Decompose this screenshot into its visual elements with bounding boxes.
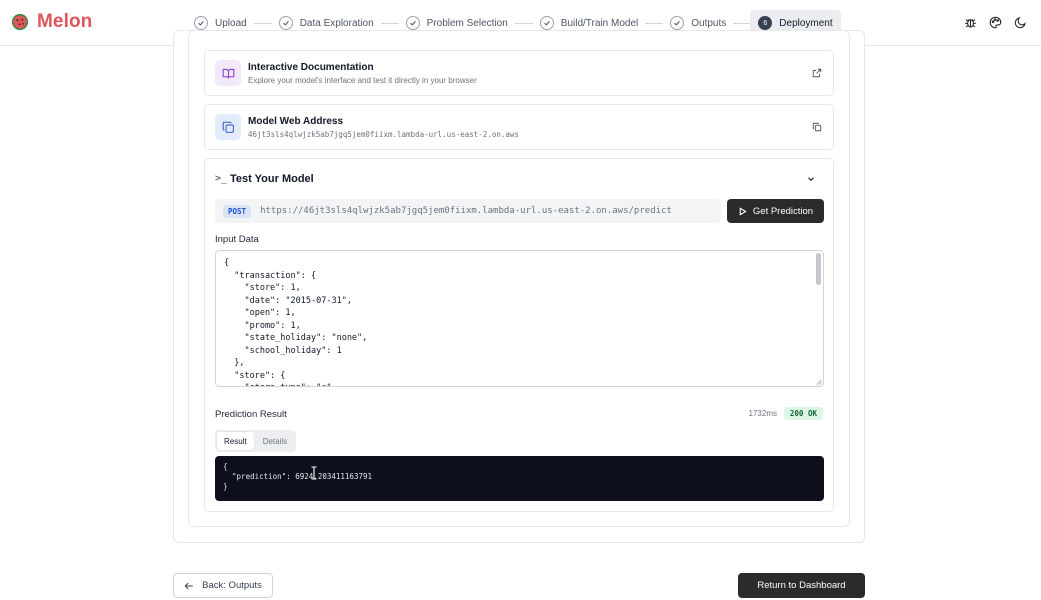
copy-icon[interactable] [811, 121, 823, 133]
step-connector [645, 22, 664, 24]
result-tabs: Result Details [215, 430, 297, 452]
step-connector [380, 22, 399, 24]
step-label: Data Exploration [299, 17, 374, 29]
endpoint-field[interactable]: POST https://46jt3sls4qlwjzk5ab7jgq5jem0… [215, 199, 721, 223]
copy-stack-icon [215, 114, 241, 140]
resize-handle-icon[interactable] [815, 378, 822, 385]
step-label: Build/Train Model [560, 17, 639, 29]
step-label: Outputs [691, 17, 727, 29]
check-circle-icon [278, 16, 293, 30]
check-circle-icon [405, 16, 420, 30]
endpoint-url: https://46jt3sls4qlwjzk5ab7jgq5jem0fiixm… [260, 206, 672, 216]
response-time: 1732ms [748, 409, 777, 418]
play-icon [739, 206, 747, 216]
terminal-icon: >_ [215, 173, 228, 184]
book-icon [215, 60, 241, 86]
interactive-documentation-card[interactable]: Interactive Documentation Explore your m… [204, 50, 834, 96]
test-model-card: >_ Test Your Model POST https://46jt3sls… [204, 158, 834, 512]
address-title: Model Web Address [248, 116, 344, 127]
chevron-down-icon[interactable] [805, 173, 817, 185]
result-output: { "prediction": 6924.203411163791 } [215, 456, 824, 501]
palette-icon[interactable] [988, 15, 1002, 29]
step-connector [514, 22, 533, 24]
method-badge: POST [223, 204, 252, 218]
input-data-editor[interactable]: { "transaction": { "store": 1, "date": "… [215, 250, 824, 387]
step-connector [253, 22, 272, 24]
brand-name: Melon [37, 11, 93, 32]
check-circle-icon [194, 16, 208, 30]
tab-details[interactable]: Details [256, 432, 294, 450]
header-actions [963, 15, 1027, 29]
return-to-dashboard-button[interactable]: Return to Dashboard [738, 573, 865, 598]
input-data-label: Input Data [215, 234, 259, 245]
input-json: { "transaction": { "store": 1, "date": "… [224, 258, 368, 386]
tab-result[interactable]: Result [217, 432, 254, 450]
return-to-dashboard-label: Return to Dashboard [757, 580, 846, 591]
watermelon-logo-icon [11, 13, 29, 31]
moon-icon[interactable] [1013, 15, 1027, 29]
get-prediction-button[interactable]: Get Prediction [727, 199, 824, 223]
step-label: Problem Selection [426, 17, 508, 29]
check-circle-icon [670, 16, 685, 30]
back-outputs-button[interactable]: Back: Outputs [173, 573, 273, 598]
back-outputs-label: Back: Outputs [202, 580, 262, 591]
arrow-left-icon [184, 582, 193, 589]
brand[interactable]: Melon [11, 11, 92, 33]
get-prediction-label: Get Prediction [752, 205, 814, 217]
docs-title: Interactive Documentation [248, 62, 374, 73]
docs-subtitle: Explore your model's interface and test … [248, 76, 477, 85]
result-json: { "prediction": 6924.203411163791 } [223, 462, 373, 491]
text-cursor-icon [311, 466, 317, 480]
step-connector [733, 22, 752, 24]
test-title: Test Your Model [230, 173, 314, 185]
step-number: 6 [758, 16, 773, 30]
step-label: Deployment [779, 17, 833, 29]
prediction-result-label: Prediction Result [215, 409, 287, 420]
address-value: 46jt3sls4qlwjzk5ab7jgq5jem0fiixm.lambda-… [248, 130, 519, 139]
editor-scrollbar[interactable] [816, 253, 821, 285]
external-link-icon[interactable] [811, 67, 823, 79]
model-web-address-card: Model Web Address 46jt3sls4qlwjzk5ab7jgq… [204, 104, 834, 150]
step-label: Upload [215, 17, 247, 29]
check-circle-icon [539, 16, 554, 30]
bug-icon[interactable] [963, 15, 977, 29]
status-badge: 200 OK [783, 407, 823, 420]
